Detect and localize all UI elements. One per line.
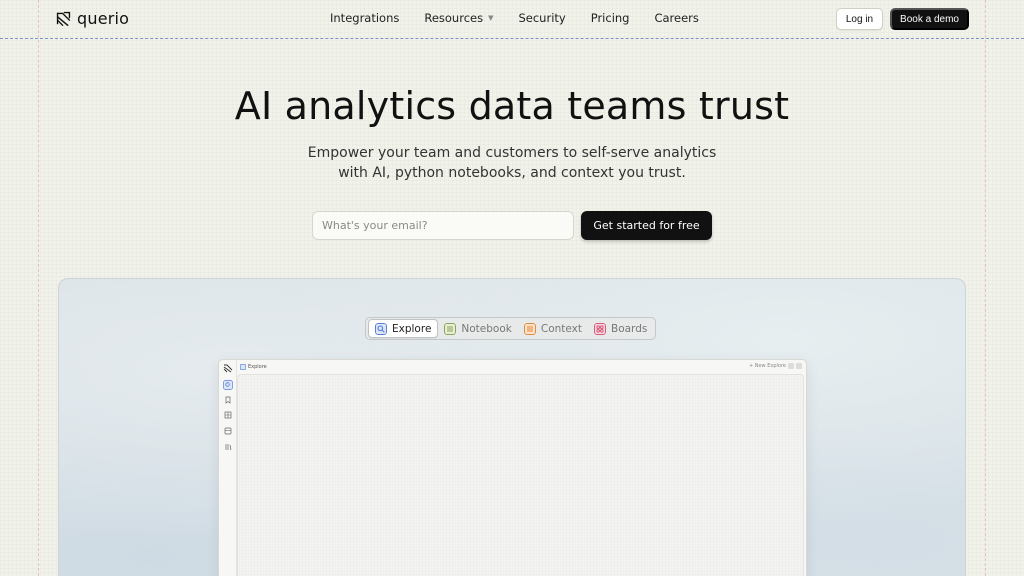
grid-icon[interactable]: [223, 410, 233, 420]
chevron-down-icon: ▼: [488, 14, 494, 22]
tab-explore[interactable]: Explore: [368, 319, 439, 338]
context-icon: [523, 322, 536, 335]
tab-boards[interactable]: Boards: [588, 319, 653, 338]
app-title: Explore: [240, 363, 267, 370]
tab-label: Explore: [392, 322, 432, 335]
tab-notebook[interactable]: Notebook: [438, 319, 517, 338]
hero-subtitle-line-1: Empower your team and customers to self-…: [307, 145, 717, 161]
nav-link-resources[interactable]: Resources ▼: [424, 11, 493, 25]
app-topbar: Explore + New Explore: [237, 360, 806, 373]
settings-icon[interactable]: [796, 363, 802, 369]
nav-link-pricing[interactable]: Pricing: [591, 11, 630, 25]
main-nav-links: Integrations Resources ▼ Security Pricing…: [330, 11, 699, 25]
hero-subtitle-line-2: with AI, python notebooks, and context y…: [338, 165, 686, 181]
app-logo-icon: [223, 364, 233, 373]
boards-icon: [594, 322, 606, 335]
nav-link-integrations[interactable]: Integrations: [330, 11, 399, 25]
book-demo-button[interactable]: Book a demo: [890, 8, 969, 30]
showcase-tabs: Explore Notebook Context Boards: [365, 317, 657, 340]
querio-logo-icon: [56, 11, 71, 26]
explore-mini-icon: [240, 363, 246, 370]
explore-nav-icon[interactable]: [223, 380, 233, 390]
tab-label: Boards: [611, 322, 648, 335]
new-explore-button[interactable]: + New Explore: [749, 363, 786, 369]
library-icon[interactable]: [223, 442, 233, 452]
tab-label: Context: [540, 322, 582, 335]
app-title-text: Explore: [248, 363, 267, 370]
explore-icon: [375, 322, 387, 335]
notebook-icon: [444, 322, 457, 335]
nav-link-careers[interactable]: Careers: [654, 11, 698, 25]
get-started-button[interactable]: Get started for free: [581, 211, 712, 240]
tab-label: Notebook: [461, 322, 512, 335]
table-icon[interactable]: [223, 426, 233, 436]
bookmark-icon[interactable]: [223, 395, 233, 405]
panel-toggle-icon[interactable]: [788, 363, 794, 369]
app-sidebar: [219, 360, 237, 576]
app-canvas[interactable]: [237, 374, 804, 576]
top-nav: querio Integrations Resources ▼ Security …: [0, 0, 1024, 38]
hero-title: AI analytics data teams trust: [234, 84, 790, 128]
login-button[interactable]: Log in: [836, 8, 883, 30]
guide-line-top: [0, 38, 1024, 39]
brand-logo[interactable]: querio: [55, 9, 129, 28]
product-showcase: Explore Notebook Context Boards Explore …: [58, 278, 966, 576]
app-preview-window: Explore + New Explore: [218, 359, 807, 576]
nav-link-security[interactable]: Security: [518, 11, 565, 25]
hero-subtitle: Empower your team and customers to self-…: [0, 143, 1024, 183]
brand-name: querio: [77, 9, 130, 28]
email-input[interactable]: [312, 211, 574, 240]
tab-context[interactable]: Context: [518, 319, 588, 338]
app-topbar-actions: + New Explore: [749, 363, 802, 369]
